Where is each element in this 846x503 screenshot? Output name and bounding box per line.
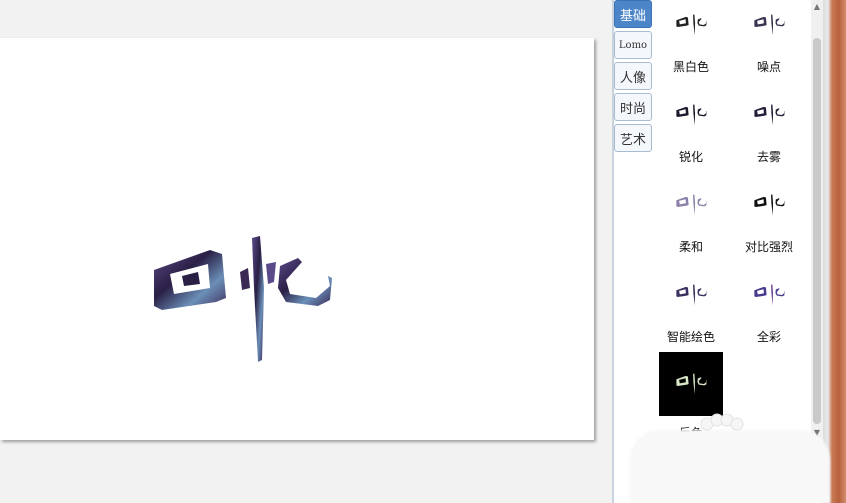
- calligraphy-thumb-icon: [676, 373, 707, 395]
- filter-thumbnail: [737, 0, 801, 50]
- filter-thumbnail: [659, 180, 723, 230]
- filter-thumbnail: [659, 90, 723, 140]
- filter-item-sharpen[interactable]: 锐化: [656, 90, 726, 180]
- filter-label: 全彩: [756, 330, 781, 344]
- tab-fashion[interactable]: 时尚: [614, 93, 652, 121]
- blurred-overlay: [630, 430, 830, 503]
- calligraphy-thumb-icon: [754, 284, 785, 306]
- calligraphy-artwork: [154, 236, 332, 362]
- filter-item-smart-color[interactable]: 智能绘色: [656, 270, 726, 360]
- workspace: [0, 0, 612, 503]
- calligraphy-thumb-icon: [676, 284, 707, 306]
- filter-item-soft[interactable]: 柔和: [656, 180, 726, 270]
- app-root: 基础 Lomo 人像 时尚 艺术 黑白色 噪点 锐化 去雾 柔和 对比强烈 智能…: [0, 0, 846, 503]
- filter-label: 锐化: [678, 150, 703, 164]
- filter-thumbnail: [659, 0, 723, 50]
- filter-thumbnail: [737, 270, 801, 320]
- calligraphy-thumb-icon: [754, 14, 785, 36]
- filter-label: 去雾: [756, 150, 781, 164]
- calligraphy-thumb-icon: [676, 104, 707, 126]
- filter-label: 黑白色: [672, 60, 709, 74]
- filter-item-dehaze[interactable]: 去雾: [734, 90, 804, 180]
- tab-basic[interactable]: 基础: [614, 0, 652, 28]
- calligraphy-thumb-icon: [676, 194, 707, 216]
- calligraphy-thumb-icon: [754, 194, 785, 216]
- filter-thumbnail: [737, 180, 801, 230]
- tab-art[interactable]: 艺术: [614, 124, 652, 152]
- filter-thumbnail: [659, 270, 723, 320]
- filter-label: 噪点: [756, 60, 781, 74]
- scroll-thumb[interactable]: [813, 38, 821, 424]
- panel-scrollbar[interactable]: ▲ ▼: [811, 0, 823, 440]
- calligraphy-thumb-icon: [754, 104, 785, 126]
- category-tabs: 基础 Lomo 人像 时尚 艺术: [614, 0, 654, 155]
- calligraphy-thumb-icon: [676, 14, 707, 36]
- filter-label: 柔和: [678, 240, 703, 254]
- filter-item-full-color[interactable]: 全彩: [734, 270, 804, 360]
- filter-label: 智能绘色: [666, 330, 715, 344]
- hand-cursor-icon: [700, 413, 744, 431]
- filter-item-high-contrast[interactable]: 对比强烈: [734, 180, 804, 270]
- scroll-up-icon[interactable]: ▲: [811, 0, 823, 12]
- background-photo-edge: [823, 0, 846, 503]
- filter-thumbnail: [737, 90, 801, 140]
- filter-item-noise[interactable]: 噪点: [734, 0, 804, 90]
- filter-thumbnail: [659, 352, 723, 416]
- image-canvas[interactable]: [0, 38, 594, 440]
- filter-label: 对比强烈: [744, 240, 793, 254]
- tab-portrait[interactable]: 人像: [614, 62, 652, 90]
- filter-item-black-white[interactable]: 黑白色: [656, 0, 726, 90]
- tab-lomo[interactable]: Lomo: [614, 31, 652, 59]
